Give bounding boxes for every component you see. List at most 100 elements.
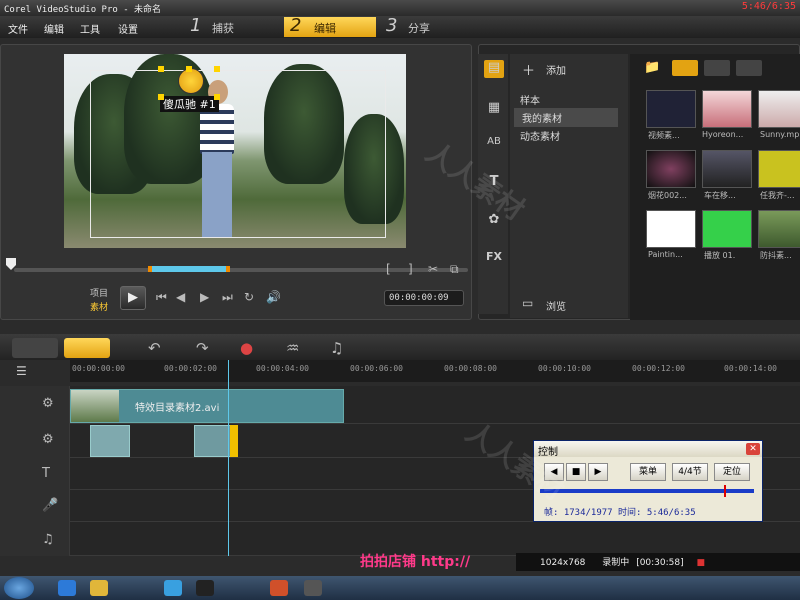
- timecode-field[interactable]: 00:00:00:09: [384, 290, 464, 306]
- close-icon[interactable]: ✕: [746, 443, 760, 455]
- thumbnail[interactable]: [702, 150, 752, 188]
- menu-edit[interactable]: 编辑: [44, 21, 64, 36]
- end-icon[interactable]: ⏭: [222, 290, 233, 305]
- show-video-icon[interactable]: [672, 60, 698, 76]
- folder-icon[interactable]: 📁: [644, 60, 660, 75]
- ruler-tick: 00:00:06:00: [350, 364, 403, 373]
- step-share[interactable]: 3 分享: [386, 15, 476, 37]
- music-track-header: [0, 522, 70, 556]
- scrubber-head-icon[interactable]: [6, 258, 16, 270]
- mark-out-icon[interactable]: ]: [408, 262, 413, 276]
- video-clip[interactable]: 特效目录素材2.avi: [70, 389, 344, 423]
- cut-icon[interactable]: ✂: [428, 262, 438, 276]
- qq-icon[interactable]: [196, 580, 214, 596]
- overlay-clip[interactable]: [90, 425, 130, 457]
- redo-icon[interactable]: ↷: [196, 339, 209, 357]
- transition-tab-icon[interactable]: ▦: [484, 100, 504, 118]
- next-frame-icon[interactable]: ▶: [200, 290, 209, 304]
- browse-icon[interactable]: ▭: [522, 296, 533, 310]
- voice-track-icon: 🎤: [42, 498, 59, 513]
- menu-settings[interactable]: 设置: [118, 21, 138, 36]
- explorer-icon[interactable]: [90, 580, 108, 596]
- browse-label[interactable]: 浏览: [546, 298, 566, 313]
- trim-range[interactable]: [148, 266, 230, 272]
- nav-item-my-media[interactable]: 我的素材: [514, 108, 618, 127]
- record-capture-icon[interactable]: ●: [240, 339, 253, 357]
- undo-icon[interactable]: ↶: [148, 339, 161, 357]
- step-share-label: 分享: [408, 22, 430, 35]
- thumbnail[interactable]: [646, 150, 696, 188]
- home-icon[interactable]: ⏮: [156, 290, 167, 305]
- overlay-title-text[interactable]: 傻瓜驰 #1: [160, 96, 219, 112]
- stop-record-icon[interactable]: ■: [697, 558, 706, 568]
- locate-button[interactable]: 定位: [714, 463, 750, 481]
- play-button[interactable]: ▶: [120, 286, 146, 310]
- progress-slider-thumb[interactable]: [724, 485, 726, 497]
- add-folder-label[interactable]: 添加: [546, 62, 566, 77]
- powerpoint-icon[interactable]: [270, 580, 288, 596]
- clip-mode-label[interactable]: 素材: [90, 300, 108, 313]
- resize-handle[interactable]: [158, 66, 164, 72]
- step-capture[interactable]: 1 捕获: [190, 15, 280, 37]
- storyboard-view-button[interactable]: [12, 338, 58, 358]
- scrub-track[interactable]: [14, 268, 468, 272]
- nav-item-motion-media[interactable]: 动态素材: [520, 128, 560, 143]
- volume-icon[interactable]: 🔊: [266, 290, 281, 304]
- overlay-clip-selected[interactable]: [230, 425, 238, 457]
- previous-frame-icon[interactable]: ◀: [176, 290, 185, 304]
- auto-music-icon[interactable]: ♫: [330, 339, 343, 357]
- menu-tools[interactable]: 工具: [80, 21, 100, 36]
- thumbnail[interactable]: [758, 150, 800, 188]
- ie-icon[interactable]: [58, 580, 76, 596]
- resize-handle[interactable]: [214, 94, 220, 100]
- title-track-header: [0, 458, 70, 490]
- recorder-resolution: 1024x768: [540, 558, 586, 568]
- menu-button[interactable]: 菜单: [630, 463, 666, 481]
- thumbnail-caption: 车在移...: [704, 191, 736, 200]
- project-mode-label[interactable]: 项目: [90, 286, 108, 299]
- audio-mixer-icon[interactable]: ♒: [286, 339, 299, 357]
- title-track-icon: T: [42, 466, 50, 481]
- menu-file[interactable]: 文件: [8, 21, 28, 36]
- filter-tab-icon[interactable]: FX: [484, 250, 504, 268]
- thumbnail[interactable]: [758, 210, 800, 248]
- videostudio-task-icon[interactable]: [304, 580, 322, 596]
- thumbnail-caption: 防抖素...: [760, 251, 792, 260]
- thumbnail-caption: 烟花002...: [648, 191, 687, 200]
- resize-handle[interactable]: [158, 94, 164, 100]
- thumbnail-caption: Paintin...: [648, 250, 683, 259]
- selection-frame[interactable]: [90, 70, 386, 238]
- thumbnail-caption: Hyoreon...: [702, 130, 744, 139]
- enlarge-icon[interactable]: ⧉: [450, 262, 459, 277]
- overlay-track-icon: ⚙: [42, 432, 54, 447]
- mark-in-icon[interactable]: [: [386, 262, 391, 276]
- video-track-header: [0, 386, 70, 424]
- messenger-icon[interactable]: [164, 580, 182, 596]
- section-button[interactable]: 4/4节: [672, 463, 708, 481]
- step-edit[interactable]: 2 编辑: [284, 15, 376, 37]
- step-edit-number: 2: [290, 15, 302, 36]
- thumbnail[interactable]: [702, 210, 752, 248]
- resize-handle[interactable]: [214, 66, 220, 72]
- zoom-icon[interactable]: ☰: [16, 364, 27, 378]
- next-button[interactable]: ▶: [588, 463, 608, 481]
- repeat-icon[interactable]: ↻: [244, 290, 254, 304]
- timeline-view-button[interactable]: [64, 338, 110, 358]
- promo-text: 拍拍店铺 http://: [360, 554, 471, 570]
- start-button[interactable]: [4, 577, 34, 599]
- nav-item-samples[interactable]: 样本: [520, 92, 540, 107]
- show-photo-icon[interactable]: [704, 60, 730, 76]
- media-tab-icon[interactable]: ▤: [484, 60, 504, 78]
- progress-slider[interactable]: [540, 489, 754, 493]
- show-audio-icon[interactable]: [736, 60, 762, 76]
- thumbnail[interactable]: [758, 90, 800, 128]
- thumbnail[interactable]: [646, 210, 696, 248]
- playhead-line[interactable]: [228, 360, 229, 556]
- thumbnail[interactable]: [646, 90, 696, 128]
- resize-handle[interactable]: [186, 66, 192, 72]
- step-share-number: 3: [386, 15, 398, 36]
- overlay-clip[interactable]: [194, 425, 232, 457]
- thumbnail[interactable]: [702, 90, 752, 128]
- add-icon[interactable]: ＋: [522, 60, 535, 79]
- effects-tab-icon[interactable]: AB: [484, 136, 504, 154]
